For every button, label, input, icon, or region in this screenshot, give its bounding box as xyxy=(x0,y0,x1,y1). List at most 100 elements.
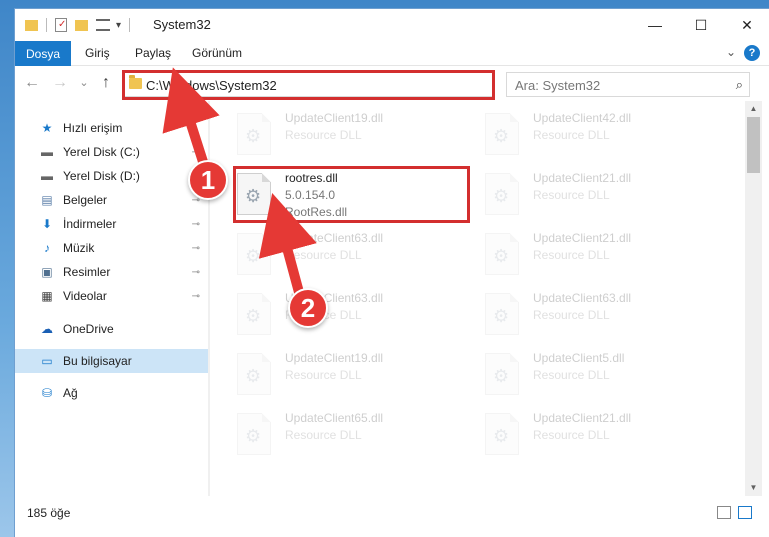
pin-icon[interactable]: ⊸ xyxy=(192,267,200,278)
pin-icon[interactable]: ⊸ xyxy=(192,243,200,254)
file-type: Resource DLL xyxy=(533,428,610,442)
sidebar-item-3[interactable]: ▤ Belgeler ⊸ xyxy=(15,188,208,212)
recent-locations-button[interactable]: ⌄ xyxy=(75,73,93,93)
sidebar-item-label: Ağ xyxy=(63,386,78,400)
file-item[interactable]: ⚙ UpdateClient21.dll Resource DLL xyxy=(481,407,721,463)
file-name: UpdateClient21.dll xyxy=(533,171,632,185)
music-icon: ♪ xyxy=(44,241,50,255)
file-item[interactable]: ⚙ UpdateClient21.dll Resource DLL xyxy=(481,167,721,223)
folder-icon[interactable] xyxy=(25,19,38,31)
tab-gorunum[interactable]: Görünüm xyxy=(192,46,242,60)
gear-icon: ⚙ xyxy=(493,126,510,146)
gear-icon: ⚙ xyxy=(245,306,262,326)
sidebar-item-0[interactable]: ★ Hızlı erişim xyxy=(15,116,208,140)
file-item[interactable]: ⚙ UpdateClient19.dll Resource DLL xyxy=(233,347,473,403)
large-icons-view-button[interactable] xyxy=(738,506,752,519)
explorer-window: ✓ ▾ System32 — ☐ ✕ Dosya Giriş Paylaş Gö… xyxy=(14,8,769,537)
drive-icon: ▬ xyxy=(41,169,53,183)
help-icon[interactable]: ? xyxy=(744,45,760,61)
maximize-button[interactable]: ☐ xyxy=(678,9,724,41)
customize-icon[interactable] xyxy=(96,19,110,31)
sidebar-item-5[interactable]: ♪ Müzik ⊸ xyxy=(15,236,208,260)
file-name: UpdateClient63.dll xyxy=(533,291,632,305)
file-item[interactable]: ⚙ UpdateClient21.dll Resource DLL xyxy=(481,227,721,283)
sidebar-item-label: Resimler xyxy=(63,265,111,279)
navigation-bar: ← → ⌄ ↑ C:\Windows\System32 ⌄ ↻ Ara: Sys… xyxy=(15,67,769,100)
file-type: Resource DLL xyxy=(533,248,610,262)
file-type: Resource DLL xyxy=(533,188,610,202)
file-name: UpdateClient21.dll xyxy=(533,411,632,425)
search-icon[interactable]: ⌕ xyxy=(736,77,743,93)
sidebar-item-label: İndirmeler xyxy=(63,217,117,231)
sidebar-item-label: Yerel Disk (D:) xyxy=(63,169,140,183)
gear-icon: ⚙ xyxy=(493,246,510,266)
video-icon: ▦ xyxy=(41,289,53,303)
new-folder-icon[interactable] xyxy=(75,19,88,31)
file-name: UpdateClient42.dll xyxy=(533,111,632,125)
close-button[interactable]: ✕ xyxy=(724,9,769,41)
ribbon-tabs: Dosya Giriş Paylaş Görünüm ⌄ ? xyxy=(15,41,769,66)
sidebar-item-label: Bu bilgisayar xyxy=(63,354,132,368)
search-input[interactable]: Ara: System32 xyxy=(515,78,600,93)
chevron-down-icon[interactable]: ▾ xyxy=(116,20,121,31)
sidebar-item-7[interactable]: ▦ Videolar ⊸ xyxy=(15,284,208,308)
file-highlight-box xyxy=(233,166,470,223)
documents-icon: ▤ xyxy=(41,193,53,207)
quick-access-toolbar: ✓ ▾ xyxy=(25,16,131,34)
sidebar-item-2[interactable]: ▬Yerel Disk (D:)⊸ xyxy=(15,164,208,188)
sidebar-item-1[interactable]: ▬ Yerel Disk (C:) ⊸ xyxy=(15,140,208,164)
step-2-badge: 2 xyxy=(288,288,328,328)
forward-button[interactable]: → xyxy=(51,73,69,93)
file-type: Resource DLL xyxy=(285,368,362,382)
scroll-thumb[interactable] xyxy=(747,117,760,173)
pictures-icon: ▣ xyxy=(41,265,53,279)
tab-dosya[interactable]: Dosya xyxy=(15,41,71,66)
divider xyxy=(46,18,47,32)
tab-giris[interactable]: Giriş xyxy=(85,46,110,60)
file-name: UpdateClient19.dll xyxy=(285,351,384,365)
minimize-button[interactable]: — xyxy=(632,9,678,41)
file-type: Resource DLL xyxy=(285,428,362,442)
download-icon: ⬇ xyxy=(41,217,53,231)
file-item[interactable]: ⚙ UpdateClient5.dll Resource DLL xyxy=(481,347,721,403)
gear-icon: ⚙ xyxy=(245,366,262,386)
item-count: 185 öğe xyxy=(27,506,71,520)
pin-icon[interactable]: ⊸ xyxy=(192,219,200,230)
search-box[interactable]: Ara: System32 ⌕ xyxy=(506,72,750,97)
pin-icon[interactable]: ⊸ xyxy=(192,291,200,302)
file-type: Resource DLL xyxy=(533,308,610,322)
file-item[interactable]: ⚙UpdateClient63.dllResource DLL xyxy=(233,287,473,343)
dll-file-icon: ⚙ xyxy=(485,173,519,215)
ribbon-expand-icon[interactable]: ⌄ xyxy=(726,45,736,59)
dll-file-icon: ⚙ xyxy=(237,113,271,155)
scroll-down-arrow[interactable]: ▼ xyxy=(745,480,762,496)
file-item[interactable]: ⚙ UpdateClient42.dll Resource DLL xyxy=(481,107,721,163)
properties-icon[interactable]: ✓ xyxy=(55,18,67,32)
gear-icon: ⚙ xyxy=(245,126,262,146)
tab-paylas[interactable]: Paylaş xyxy=(135,46,171,60)
file-name: UpdateClient21.dll xyxy=(533,231,632,245)
sidebar-item-10[interactable]: ⛁ Ağ xyxy=(15,381,208,405)
up-button[interactable]: ↑ xyxy=(97,73,115,93)
file-item[interactable]: ⚙ UpdateClient63.dll Resource DLL xyxy=(481,287,721,343)
back-button[interactable]: ← xyxy=(23,73,41,93)
file-item[interactable]: ⚙ UpdateClient63.dll Resource DLL xyxy=(233,227,473,283)
sidebar-item-9[interactable]: ▭ Bu bilgisayar xyxy=(15,349,208,373)
file-item[interactable]: ⚙ UpdateClient19.dll Resource DLL xyxy=(233,107,473,163)
divider xyxy=(129,18,131,32)
file-item[interactable]: ⚙ UpdateClient65.dll Resource DLL xyxy=(233,407,473,463)
sidebar-item-8[interactable]: ☁ OneDrive xyxy=(15,317,208,341)
gear-icon: ⚙ xyxy=(493,306,510,326)
drive-icon: ▬ xyxy=(41,145,53,159)
sidebar-item-6[interactable]: ▣ Resimler ⊸ xyxy=(15,260,208,284)
vertical-scrollbar[interactable]: ▲ ▼ xyxy=(745,101,762,496)
computer-icon: ▭ xyxy=(41,354,53,368)
file-type: Resource DLL xyxy=(285,248,362,262)
pin-icon[interactable]: ⊸ xyxy=(192,147,200,158)
step-1-badge: 1 xyxy=(188,160,228,200)
details-view-button[interactable] xyxy=(717,506,731,519)
file-name: UpdateClient63.dll xyxy=(285,231,384,245)
sidebar-item-4[interactable]: ⬇ İndirmeler ⊸ xyxy=(15,212,208,236)
scroll-up-arrow[interactable]: ▲ xyxy=(745,101,762,117)
dll-file-icon: ⚙ xyxy=(237,233,271,275)
